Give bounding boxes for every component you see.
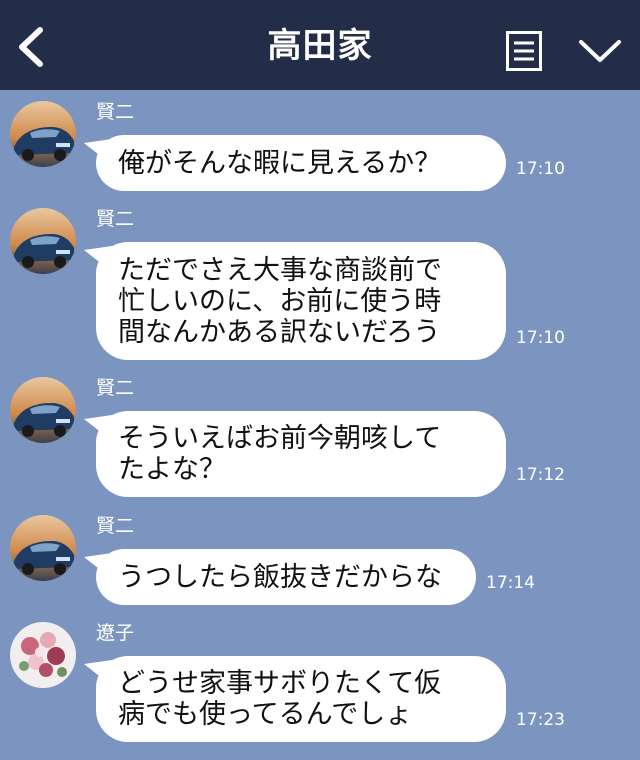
car-avatar[interactable] [10, 515, 76, 581]
list-icon[interactable] [506, 31, 542, 71]
sender-name: 賢二 [96, 208, 135, 230]
chevron-down-icon[interactable] [578, 38, 622, 66]
message-bubble[interactable]: ただでさえ大事な商談前で 忙しいのに、お前に使う時 間なんかある訳ないだろう [96, 242, 506, 360]
car-avatar[interactable] [10, 101, 76, 167]
message-time: 17:14 [486, 573, 535, 593]
message-text: 病でも使ってるんでしょ [118, 699, 413, 730]
message-text: そういえばお前今朝咳して [118, 423, 442, 454]
message-text: たよな？ [118, 454, 226, 485]
message-bubble[interactable]: どうせ家事サボりたくて仮 病でも使ってるんでしょ [96, 656, 506, 742]
message-bubble[interactable]: 俺がそんな暇に見えるか？ [96, 135, 506, 191]
message-time: 17:10 [516, 328, 565, 348]
message-text: 忙しいのに、お前に使う時 [118, 285, 442, 317]
chat-title: 高田家 [267, 26, 373, 66]
sender-name: 賢二 [96, 101, 135, 123]
message-time: 17:12 [516, 465, 565, 485]
sender-name: 賢二 [96, 377, 135, 399]
chat-header: 高田家 [0, 0, 640, 90]
message-text: うつしたら飯抜きだからな [118, 561, 442, 593]
message-time: 17:23 [516, 710, 565, 730]
message-text: 間なんかある訳ないだろう [118, 316, 441, 348]
car-avatar[interactable] [10, 208, 76, 274]
message-bubble[interactable]: そういえばお前今朝咳して たよな？ [96, 411, 506, 497]
sender-name: 賢二 [96, 515, 135, 537]
message-time: 17:10 [516, 159, 565, 179]
car-avatar[interactable] [10, 377, 76, 443]
message-text: どうせ家事サボりたくて仮 [118, 668, 442, 699]
message-bubble[interactable]: うつしたら飯抜きだからな [96, 549, 476, 605]
message-text: 俺がそんな暇に見えるか？ [118, 147, 442, 179]
flower-avatar[interactable] [10, 622, 76, 688]
message-text: ただでさえ大事な商談前で [118, 254, 442, 286]
sender-name: 遼子 [96, 622, 135, 644]
